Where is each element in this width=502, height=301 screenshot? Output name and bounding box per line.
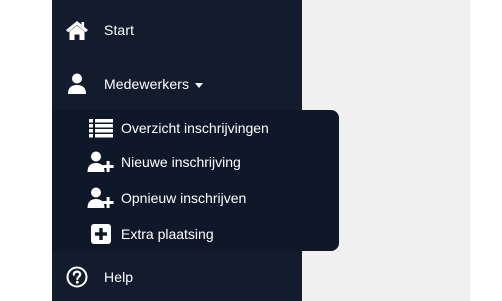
sidebar-item-help[interactable]: Help — [52, 255, 302, 299]
home-icon — [64, 17, 90, 43]
medewerkers-label: Medewerkers — [104, 76, 190, 92]
submenu-item-extra-plaatsing[interactable]: Extra plaatsing — [52, 218, 339, 250]
submenu-item-overzicht-inschrijvingen[interactable]: Overzicht inschrijvingen — [52, 112, 339, 144]
question-circle-icon — [64, 264, 90, 290]
submenu-item-opnieuw-inschrijven[interactable]: Opnieuw inschrijven — [52, 182, 339, 214]
sidebar-item-label: Medewerkers — [104, 76, 204, 92]
sidebar-item-label: Help — [104, 269, 134, 285]
user-icon — [64, 71, 90, 97]
submenu-item-nieuwe-inschrijving[interactable]: Nieuwe inschrijving — [52, 146, 339, 178]
plus-square-icon — [87, 222, 115, 246]
submenu-item-label: Extra plaatsing — [121, 226, 214, 242]
user-plus-icon — [87, 150, 115, 174]
submenu-item-label: Overzicht inschrijvingen — [121, 120, 269, 136]
caret-down-icon — [195, 82, 204, 88]
submenu-item-label: Opnieuw inschrijven — [121, 190, 247, 206]
submenu-item-label: Nieuwe inschrijving — [121, 154, 241, 170]
sidebar-item-start[interactable]: Start — [52, 8, 302, 52]
sidebar-item-label: Start — [104, 22, 135, 38]
list-icon — [87, 116, 115, 140]
medewerkers-submenu: Overzicht inschrijvingen Nieuwe inschrij… — [52, 110, 339, 251]
sidebar-item-medewerkers[interactable]: Medewerkers — [52, 62, 302, 106]
user-plus-icon — [87, 186, 115, 210]
